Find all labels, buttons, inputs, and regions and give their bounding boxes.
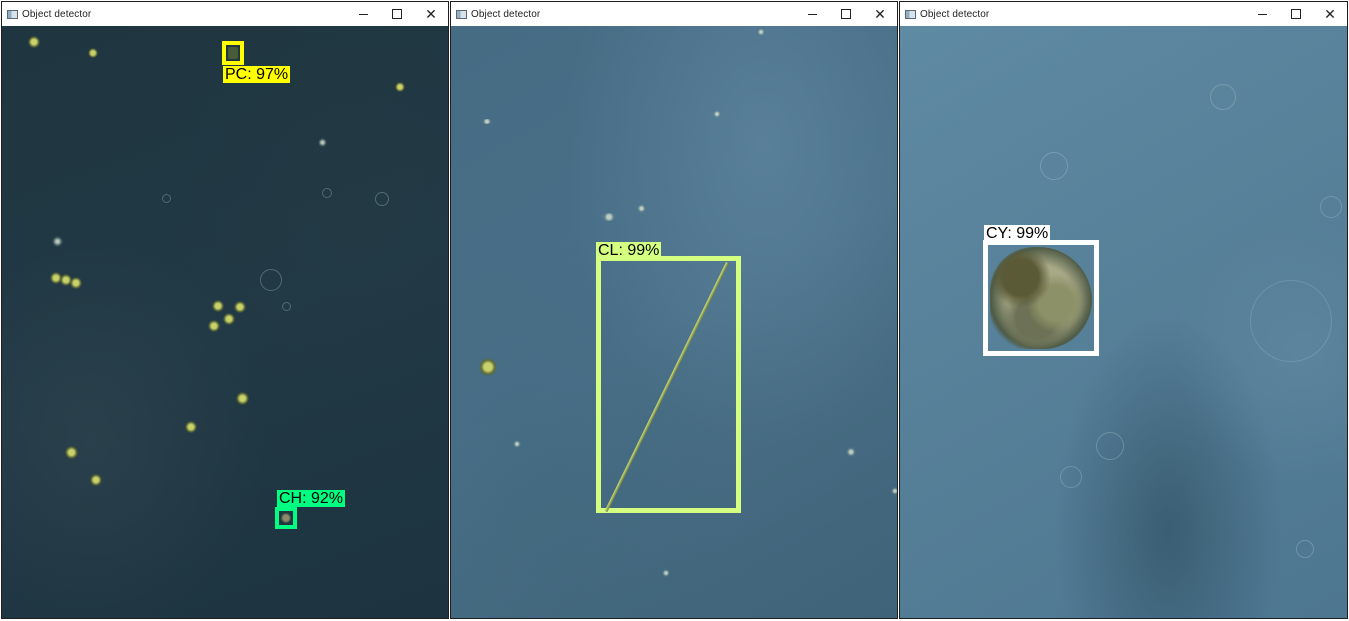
microscope-image: CY: 99% bbox=[900, 26, 1347, 618]
detection-label-ch: CH: 92% bbox=[277, 490, 346, 507]
cell bbox=[318, 138, 327, 147]
cell bbox=[1060, 466, 1082, 488]
close-icon[interactable]: ✕ bbox=[863, 2, 897, 26]
microscope-image: PC: 97% CH: 92% bbox=[2, 26, 448, 618]
cell bbox=[481, 119, 493, 124]
maximize-icon[interactable] bbox=[380, 2, 414, 26]
cell bbox=[52, 236, 63, 247]
object-detector-window-2[interactable]: Object detector ✕ CL: 99% bbox=[450, 1, 898, 619]
cell bbox=[891, 487, 897, 495]
maximize-icon[interactable] bbox=[1279, 2, 1313, 26]
cell bbox=[601, 213, 617, 221]
window-title: Object detector bbox=[22, 8, 92, 20]
cell bbox=[1250, 280, 1332, 362]
cell bbox=[185, 421, 197, 433]
detection-box-pc[interactable] bbox=[222, 41, 244, 65]
cell bbox=[1040, 152, 1068, 180]
title-bar[interactable]: Object detector ✕ bbox=[2, 2, 448, 26]
cell bbox=[236, 392, 249, 405]
app-icon bbox=[7, 9, 18, 19]
cell bbox=[662, 569, 670, 577]
cell bbox=[234, 301, 246, 313]
close-icon[interactable]: ✕ bbox=[414, 2, 448, 26]
object-detector-window-3[interactable]: Object detector ✕ CY: 99% bbox=[899, 1, 1348, 619]
detected-colony bbox=[990, 247, 1092, 349]
window-controls: ✕ bbox=[795, 2, 897, 26]
cell bbox=[28, 36, 40, 48]
minimize-icon[interactable] bbox=[346, 2, 380, 26]
minimize-icon[interactable] bbox=[1245, 2, 1279, 26]
cell bbox=[208, 320, 220, 332]
app-icon bbox=[456, 9, 467, 19]
title-bar[interactable]: Object detector ✕ bbox=[900, 2, 1347, 26]
detection-box-ch[interactable] bbox=[275, 507, 297, 529]
microscope-image: CL: 99% bbox=[451, 26, 897, 618]
cell bbox=[223, 313, 235, 325]
detection-box-cy[interactable] bbox=[983, 240, 1099, 356]
cell bbox=[88, 48, 98, 58]
title-bar[interactable]: Object detector ✕ bbox=[451, 2, 897, 26]
detection-label-pc: PC: 97% bbox=[223, 66, 291, 83]
window-controls: ✕ bbox=[1245, 2, 1347, 26]
window-controls: ✕ bbox=[346, 2, 448, 26]
cell bbox=[375, 192, 389, 206]
cell bbox=[637, 204, 646, 213]
cell bbox=[1320, 196, 1342, 218]
cell bbox=[212, 300, 224, 312]
minimize-icon[interactable] bbox=[795, 2, 829, 26]
maximize-icon[interactable] bbox=[829, 2, 863, 26]
cell bbox=[1210, 84, 1236, 110]
cell bbox=[757, 28, 765, 36]
cell bbox=[260, 269, 282, 291]
object-detector-window-1[interactable]: Object detector ✕ PC: 97% CH: 92% bbox=[1, 1, 449, 619]
cell bbox=[1296, 540, 1314, 558]
cell bbox=[479, 358, 497, 376]
cell bbox=[70, 277, 82, 289]
cell bbox=[513, 440, 521, 448]
cell bbox=[395, 82, 405, 92]
close-icon[interactable]: ✕ bbox=[1313, 2, 1347, 26]
detected-object bbox=[228, 47, 238, 59]
cell bbox=[282, 302, 291, 311]
window-title: Object detector bbox=[471, 8, 541, 20]
cell bbox=[1096, 432, 1124, 460]
cell bbox=[846, 447, 856, 457]
cell bbox=[322, 188, 332, 198]
cell bbox=[90, 474, 102, 486]
app-icon bbox=[905, 9, 916, 19]
cell bbox=[162, 194, 171, 203]
window-title: Object detector bbox=[920, 8, 990, 20]
cell bbox=[713, 110, 721, 118]
detected-object bbox=[281, 513, 291, 523]
cell bbox=[65, 446, 78, 459]
